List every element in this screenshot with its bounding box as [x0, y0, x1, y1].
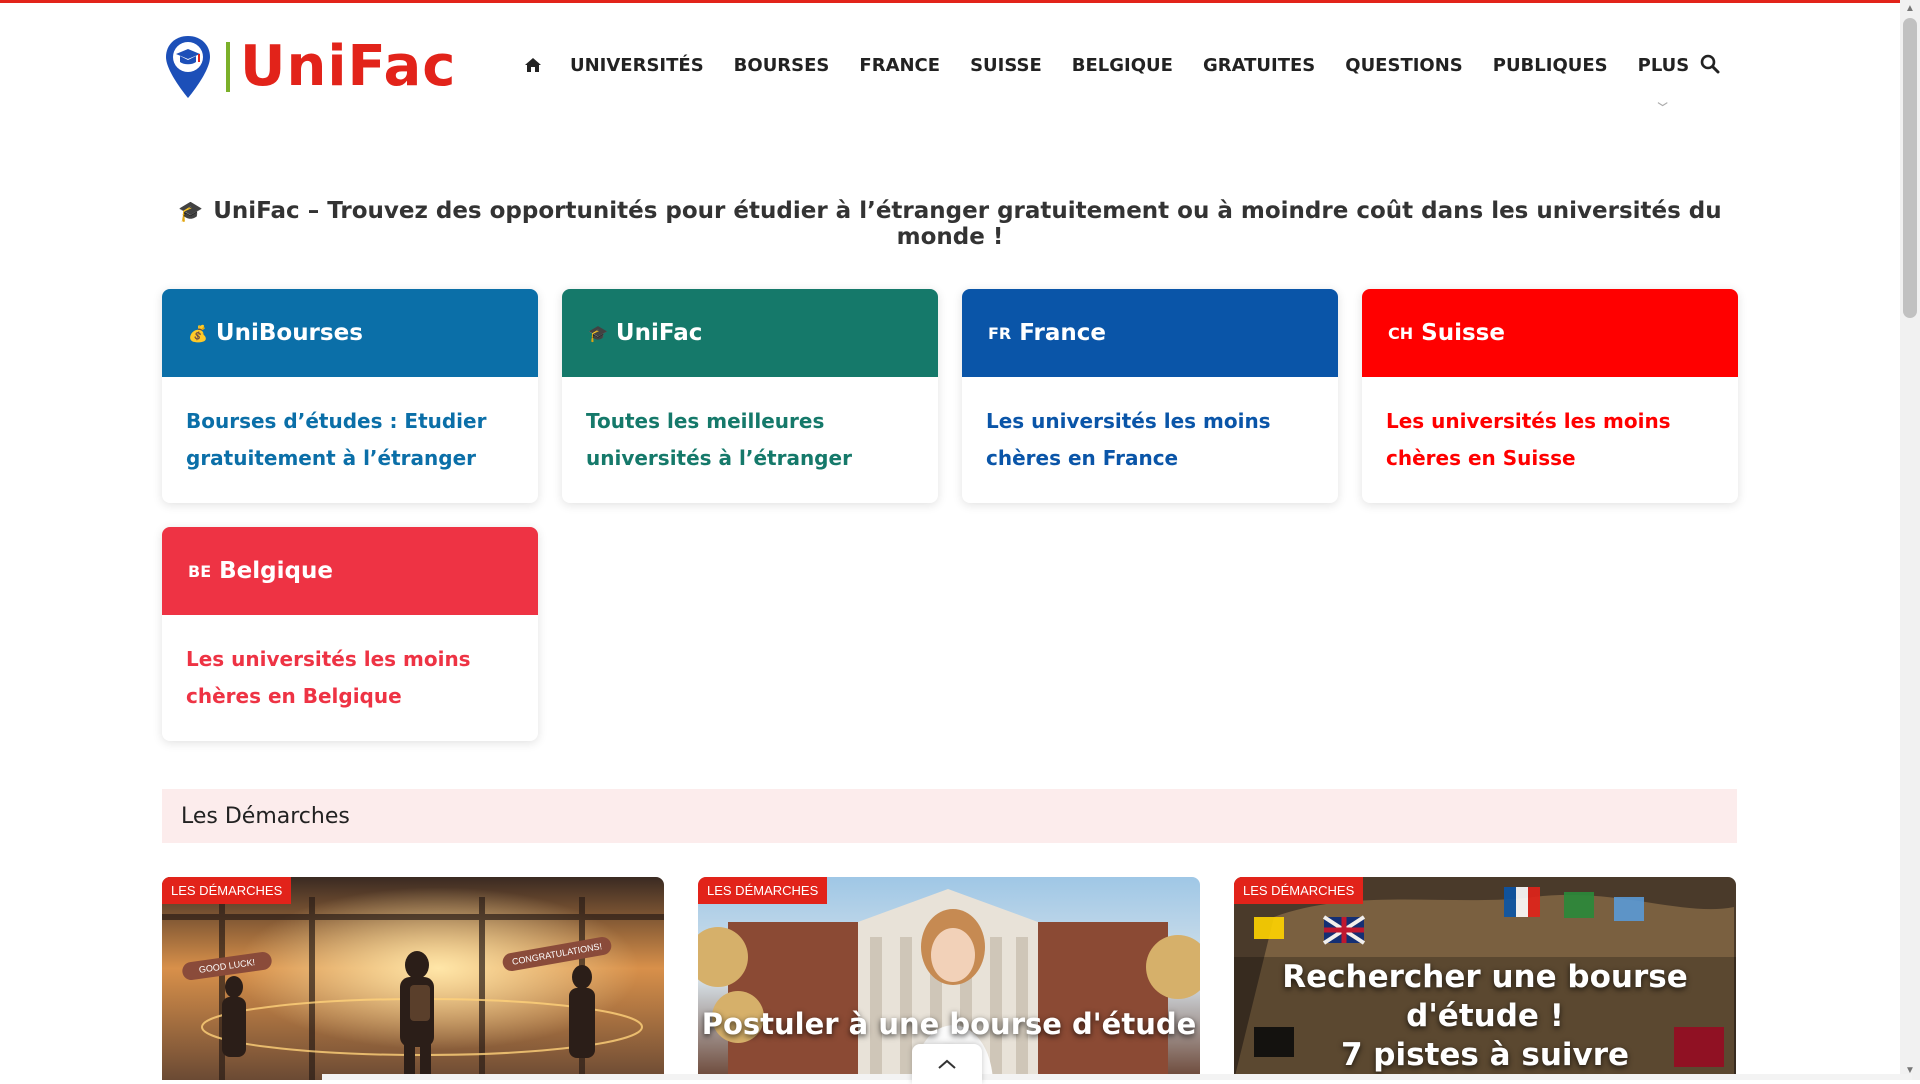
article-subtitle: 7 pistes à suivre	[1340, 1037, 1630, 1073]
nav-item-belgique[interactable]: BELGIQUE	[1072, 55, 1173, 76]
card-link[interactable]: Bourses d’études : Etudier gratuitement …	[162, 377, 538, 477]
card-title: Belgique	[219, 558, 333, 584]
card-link[interactable]: Les universités les moins chères en Suis…	[1362, 377, 1738, 477]
flag-fr-icon: FR	[988, 323, 1012, 343]
logo-divider	[226, 42, 230, 92]
tagline-text: UniFac – Trouvez des opportunités pour é…	[213, 198, 1722, 250]
back-to-top-button[interactable]	[912, 1044, 982, 1084]
nav-item-publiques[interactable]: PUBLIQUES	[1493, 55, 1608, 76]
category-card-unibourses[interactable]: 💰 UniBourses Bourses d’études : Etudier …	[162, 289, 538, 503]
card-title: UniFac	[615, 320, 703, 346]
chevron-up-icon	[938, 1059, 956, 1069]
nav-item-plus-label: PLUS	[1637, 54, 1690, 76]
card-title: Suisse	[1421, 320, 1505, 346]
category-card-france[interactable]: FR France Les universités les moins chèr…	[962, 289, 1338, 503]
card-link[interactable]: Les universités les moins chères en Belg…	[162, 615, 538, 715]
money-bag-icon: 💰	[188, 323, 208, 343]
card-header: BE Belgique	[162, 527, 538, 615]
nav-item-plus[interactable]: PLUS ﹀	[1637, 54, 1690, 114]
home-icon[interactable]	[522, 54, 544, 76]
article-card-1[interactable]: LES DÉMARCHES GOOD LUCK! CONGRATULATIONS…	[162, 877, 664, 1080]
nav-item-suisse[interactable]: SUISSE	[970, 55, 1042, 76]
graduation-cap-icon: 🎓	[178, 199, 204, 223]
article-title-main: Rechercher une bourse d'étude !	[1282, 959, 1688, 1034]
card-title: UniBourses	[215, 320, 363, 346]
section-header-demarches: Les Démarches	[162, 789, 1737, 843]
graduation-cap-icon: 🎓	[588, 323, 608, 343]
flag-be-icon: BE	[188, 561, 212, 581]
card-header: 💰 UniBourses	[162, 289, 538, 377]
category-card-suisse[interactable]: CH Suisse Les universités les moins chèr…	[1362, 289, 1738, 503]
main-navigation: UNIVERSITÉS BOURSES FRANCE SUISSE BELGIQ…	[522, 54, 1690, 114]
nav-item-france[interactable]: FRANCE	[859, 55, 940, 76]
article-image-airport	[162, 877, 664, 1080]
nav-item-bourses[interactable]: BOURSES	[734, 55, 830, 76]
category-card-unifac[interactable]: 🎓 UniFac Toutes les meilleures universit…	[562, 289, 938, 503]
article-card-3[interactable]: LES DÉMARCHES Rechercher une bourse d'ét…	[1234, 877, 1736, 1080]
category-badge[interactable]: LES DÉMARCHES	[1234, 877, 1364, 904]
nav-item-questions[interactable]: QUESTIONS	[1345, 55, 1462, 76]
card-header: FR France	[962, 289, 1338, 377]
bottom-bar	[322, 1074, 1912, 1080]
search-icon[interactable]	[1700, 54, 1722, 76]
logo-text: UniFac	[240, 34, 457, 99]
nav-item-gratuites[interactable]: GRATUITES	[1203, 55, 1315, 76]
flag-ch-icon: CH	[1388, 323, 1414, 343]
site-logo[interactable]: UniFac	[164, 32, 457, 102]
card-link[interactable]: Toutes les meilleures universités à l’ét…	[562, 377, 938, 477]
nav-item-universites[interactable]: UNIVERSITÉS	[570, 55, 704, 76]
category-badge[interactable]: LES DÉMARCHES	[698, 877, 828, 904]
scroll-up-arrow-icon[interactable]: ▲	[1904, 4, 1916, 14]
card-header: 🎓 UniFac	[562, 289, 938, 377]
section-title: Les Démarches	[181, 803, 350, 829]
page-scrollbar[interactable]: ▲ ▼	[1900, 0, 1920, 1080]
top-accent-line	[0, 0, 1900, 3]
map-pin-graduation-icon	[164, 34, 212, 100]
article-title[interactable]: Rechercher une bourse d'étude ! 7 pistes…	[1234, 958, 1736, 1075]
category-card-belgique[interactable]: BE Belgique Les universités les moins ch…	[162, 527, 538, 741]
card-title: France	[1019, 320, 1106, 346]
page-tagline: 🎓 UniFac – Trouvez des opportunités pour …	[160, 198, 1740, 250]
card-link[interactable]: Les universités les moins chères en Fran…	[962, 377, 1338, 477]
scrollbar-thumb[interactable]	[1903, 18, 1917, 318]
chevron-down-icon: ﹀	[1657, 102, 1668, 114]
category-badge[interactable]: LES DÉMARCHES	[162, 877, 292, 904]
card-header: CH Suisse	[1362, 289, 1738, 377]
